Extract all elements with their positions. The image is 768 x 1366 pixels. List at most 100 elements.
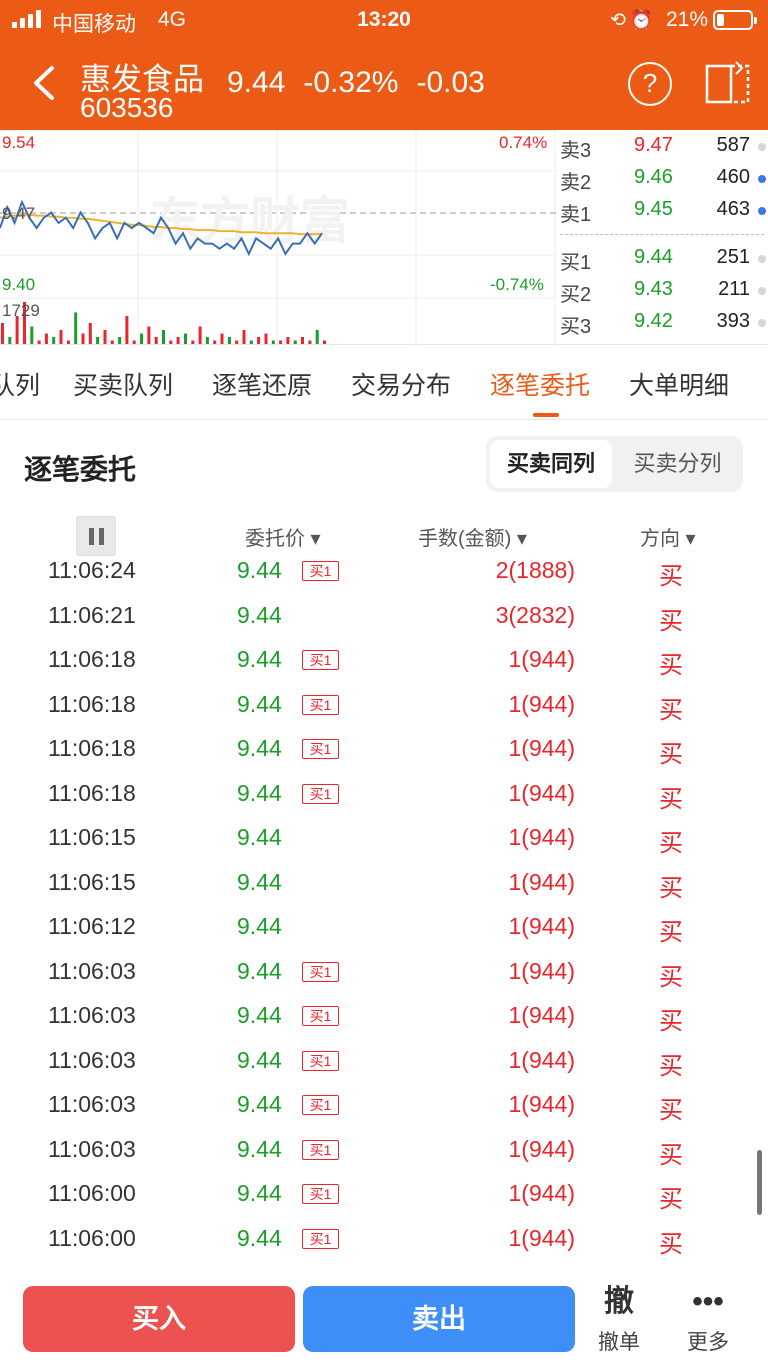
volume-bar xyxy=(162,330,165,344)
bid-row[interactable]: 买1 9.44 251 xyxy=(556,244,768,274)
battery-fill xyxy=(717,14,724,26)
tab-large-orders[interactable]: 大单明细 xyxy=(629,366,729,402)
cancel-order-button[interactable]: 撤 撤单 xyxy=(584,1284,654,1356)
scrollbar[interactable] xyxy=(757,1150,762,1215)
order-time: 11:06:21 xyxy=(48,601,136,628)
order-direction: 买 xyxy=(659,1141,683,1169)
book-level: 卖1 xyxy=(560,204,592,226)
order-row[interactable]: 11:06:03 9.44 买1 1(944) 买 xyxy=(0,1083,768,1127)
order-row[interactable]: 11:06:03 9.44 买1 1(944) 买 xyxy=(0,1128,768,1172)
order-list[interactable]: 11:06:24 9.44 买1 2(1888) 买 11:06:21 9.44 3(2832… xyxy=(0,560,768,1260)
order-row[interactable]: 11:06:18 9.44 买1 1(944) 买 xyxy=(0,638,768,682)
back-icon[interactable] xyxy=(26,62,64,104)
last-price: 9.44 xyxy=(227,66,286,99)
order-qty: 2(1888) xyxy=(495,560,575,583)
cancel-icon: 撤 xyxy=(604,1285,634,1318)
queue-tag: 买1 xyxy=(302,1139,339,1160)
volume-bar xyxy=(264,333,268,344)
more-button[interactable]: ••• 更多 xyxy=(673,1284,743,1356)
order-price: 9.44 xyxy=(237,1180,282,1206)
order-row[interactable]: 11:06:00 9.44 买1 1(944) 买 xyxy=(0,1172,768,1216)
screen-switch-icon[interactable] xyxy=(704,60,752,106)
volume-bar xyxy=(315,330,319,344)
order-row[interactable]: 11:06:15 9.44 1(944) 买 xyxy=(0,816,768,860)
order-qty: 1(944) xyxy=(508,1180,575,1206)
order-price: 9.44 xyxy=(237,957,282,984)
order-qty: 1(944) xyxy=(508,868,575,895)
book-price: 9.47 xyxy=(634,134,673,156)
volume-bar xyxy=(301,337,304,344)
volume-bar xyxy=(308,340,312,344)
column-price[interactable]: 委托价 ▾ xyxy=(245,522,321,551)
ask-row[interactable]: 卖2 9.46 460 xyxy=(556,164,768,194)
order-time: 11:06:00 xyxy=(48,1224,136,1251)
book-dot-icon xyxy=(758,255,766,263)
book-level: 买3 xyxy=(560,316,592,338)
book-level: 买1 xyxy=(560,252,592,274)
order-row[interactable]: 11:06:12 9.44 1(944) 买 xyxy=(0,905,768,949)
order-row[interactable]: 11:06:18 9.44 买1 1(944) 买 xyxy=(0,772,768,816)
volume-bar xyxy=(147,326,151,344)
chart-high-label: 9.54 xyxy=(2,133,36,152)
order-row[interactable]: 11:06:18 9.44 买1 1(944) 买 xyxy=(0,683,768,727)
tab-buy-sell-queue[interactable]: 买卖队列 xyxy=(73,366,173,402)
volume-max-label: 1729 xyxy=(2,301,40,320)
order-row[interactable]: 11:06:15 9.44 1(944) 买 xyxy=(0,861,768,905)
mode-split-column[interactable]: 买卖分列 xyxy=(616,440,739,488)
order-row[interactable]: 11:06:00 9.44 买1 1(944) 买 xyxy=(0,1217,768,1261)
order-qty: 3(2832) xyxy=(495,601,575,628)
column-qty[interactable]: 手数(金额) ▾ xyxy=(418,522,527,551)
volume-bar xyxy=(213,340,217,344)
tab-tick-orders[interactable]: 逐笔委托 xyxy=(490,366,590,402)
order-row[interactable]: 11:06:03 9.44 买1 1(944) 买 xyxy=(0,950,768,994)
mode-same-column[interactable]: 买卖同列 xyxy=(490,440,612,488)
bid-row[interactable]: 买3 9.42 393 xyxy=(556,308,768,338)
book-dot-icon xyxy=(758,207,766,215)
tab-tick-restore[interactable]: 逐笔还原 xyxy=(212,366,312,402)
order-time: 11:06:03 xyxy=(48,1135,136,1162)
order-qty: 1(944) xyxy=(508,1046,575,1073)
order-direction: 买 xyxy=(659,1186,683,1213)
order-row[interactable]: 11:06:24 9.44 买1 2(1888) 买 xyxy=(0,560,768,593)
ask-row[interactable]: 卖3 9.47 587 xyxy=(556,132,768,162)
order-row[interactable]: 11:06:18 9.44 买1 1(944) 买 xyxy=(0,727,768,771)
order-time: 11:06:15 xyxy=(48,824,136,850)
tab-trade-distribution[interactable]: 交易分布 xyxy=(351,366,451,402)
order-time: 11:06:18 xyxy=(48,646,136,672)
order-direction: 买 xyxy=(659,785,683,813)
volume-bar xyxy=(132,340,136,344)
volume-bar xyxy=(198,326,202,344)
battery-percent: 21% xyxy=(666,8,709,31)
order-row[interactable]: 11:06:03 9.44 买1 1(944) 买 xyxy=(0,994,768,1038)
order-direction: 买 xyxy=(659,563,683,590)
question-circle-icon[interactable]: ? xyxy=(628,62,672,106)
intraday-chart[interactable]: 东方财富 9.54 9.47 9.40 0.74% -0.74% 1729 卖3… xyxy=(0,130,768,345)
section-title: 逐笔委托 xyxy=(24,454,137,485)
queue-tag: 买1 xyxy=(302,1095,339,1115)
ask-row[interactable]: 卖1 9.45 463 xyxy=(556,196,768,226)
chart-watermark: 东方财富 xyxy=(150,192,350,250)
column-direction[interactable]: 方向 ▾ xyxy=(640,522,696,551)
order-time: 11:06:00 xyxy=(48,1180,136,1206)
order-direction: 买 xyxy=(659,652,683,679)
tab-queue[interactable]: 队列 xyxy=(0,366,40,402)
volume-bar xyxy=(176,337,180,344)
buy-button[interactable]: 买入 xyxy=(23,1286,295,1352)
queue-tag: 买1 xyxy=(302,1228,339,1249)
pause-icon[interactable] xyxy=(76,516,116,556)
order-price: 9.44 xyxy=(237,601,282,628)
sell-button[interactable]: 卖出 xyxy=(303,1286,575,1352)
order-row[interactable]: 11:06:21 9.44 3(2832) 买 xyxy=(0,594,768,638)
bid-row[interactable]: 买2 9.43 211 xyxy=(556,276,768,306)
volume-bar xyxy=(88,323,92,344)
order-price: 9.44 xyxy=(237,1224,282,1251)
order-qty: 1(944) xyxy=(508,1091,575,1117)
volume-bar xyxy=(271,340,275,344)
order-row[interactable]: 11:06:03 9.44 买1 1(944) 买 xyxy=(0,1039,768,1083)
order-price: 9.44 xyxy=(237,1002,282,1028)
order-book[interactable]: 卖3 9.47 587 卖2 9.46 460 卖1 9.45 463 买1 9.44 251 买2 9.… xyxy=(556,130,768,345)
volume-bar xyxy=(52,337,56,344)
order-time: 11:06:12 xyxy=(48,913,136,939)
queue-tag: 买1 xyxy=(302,783,339,804)
book-dot-icon xyxy=(758,175,766,183)
